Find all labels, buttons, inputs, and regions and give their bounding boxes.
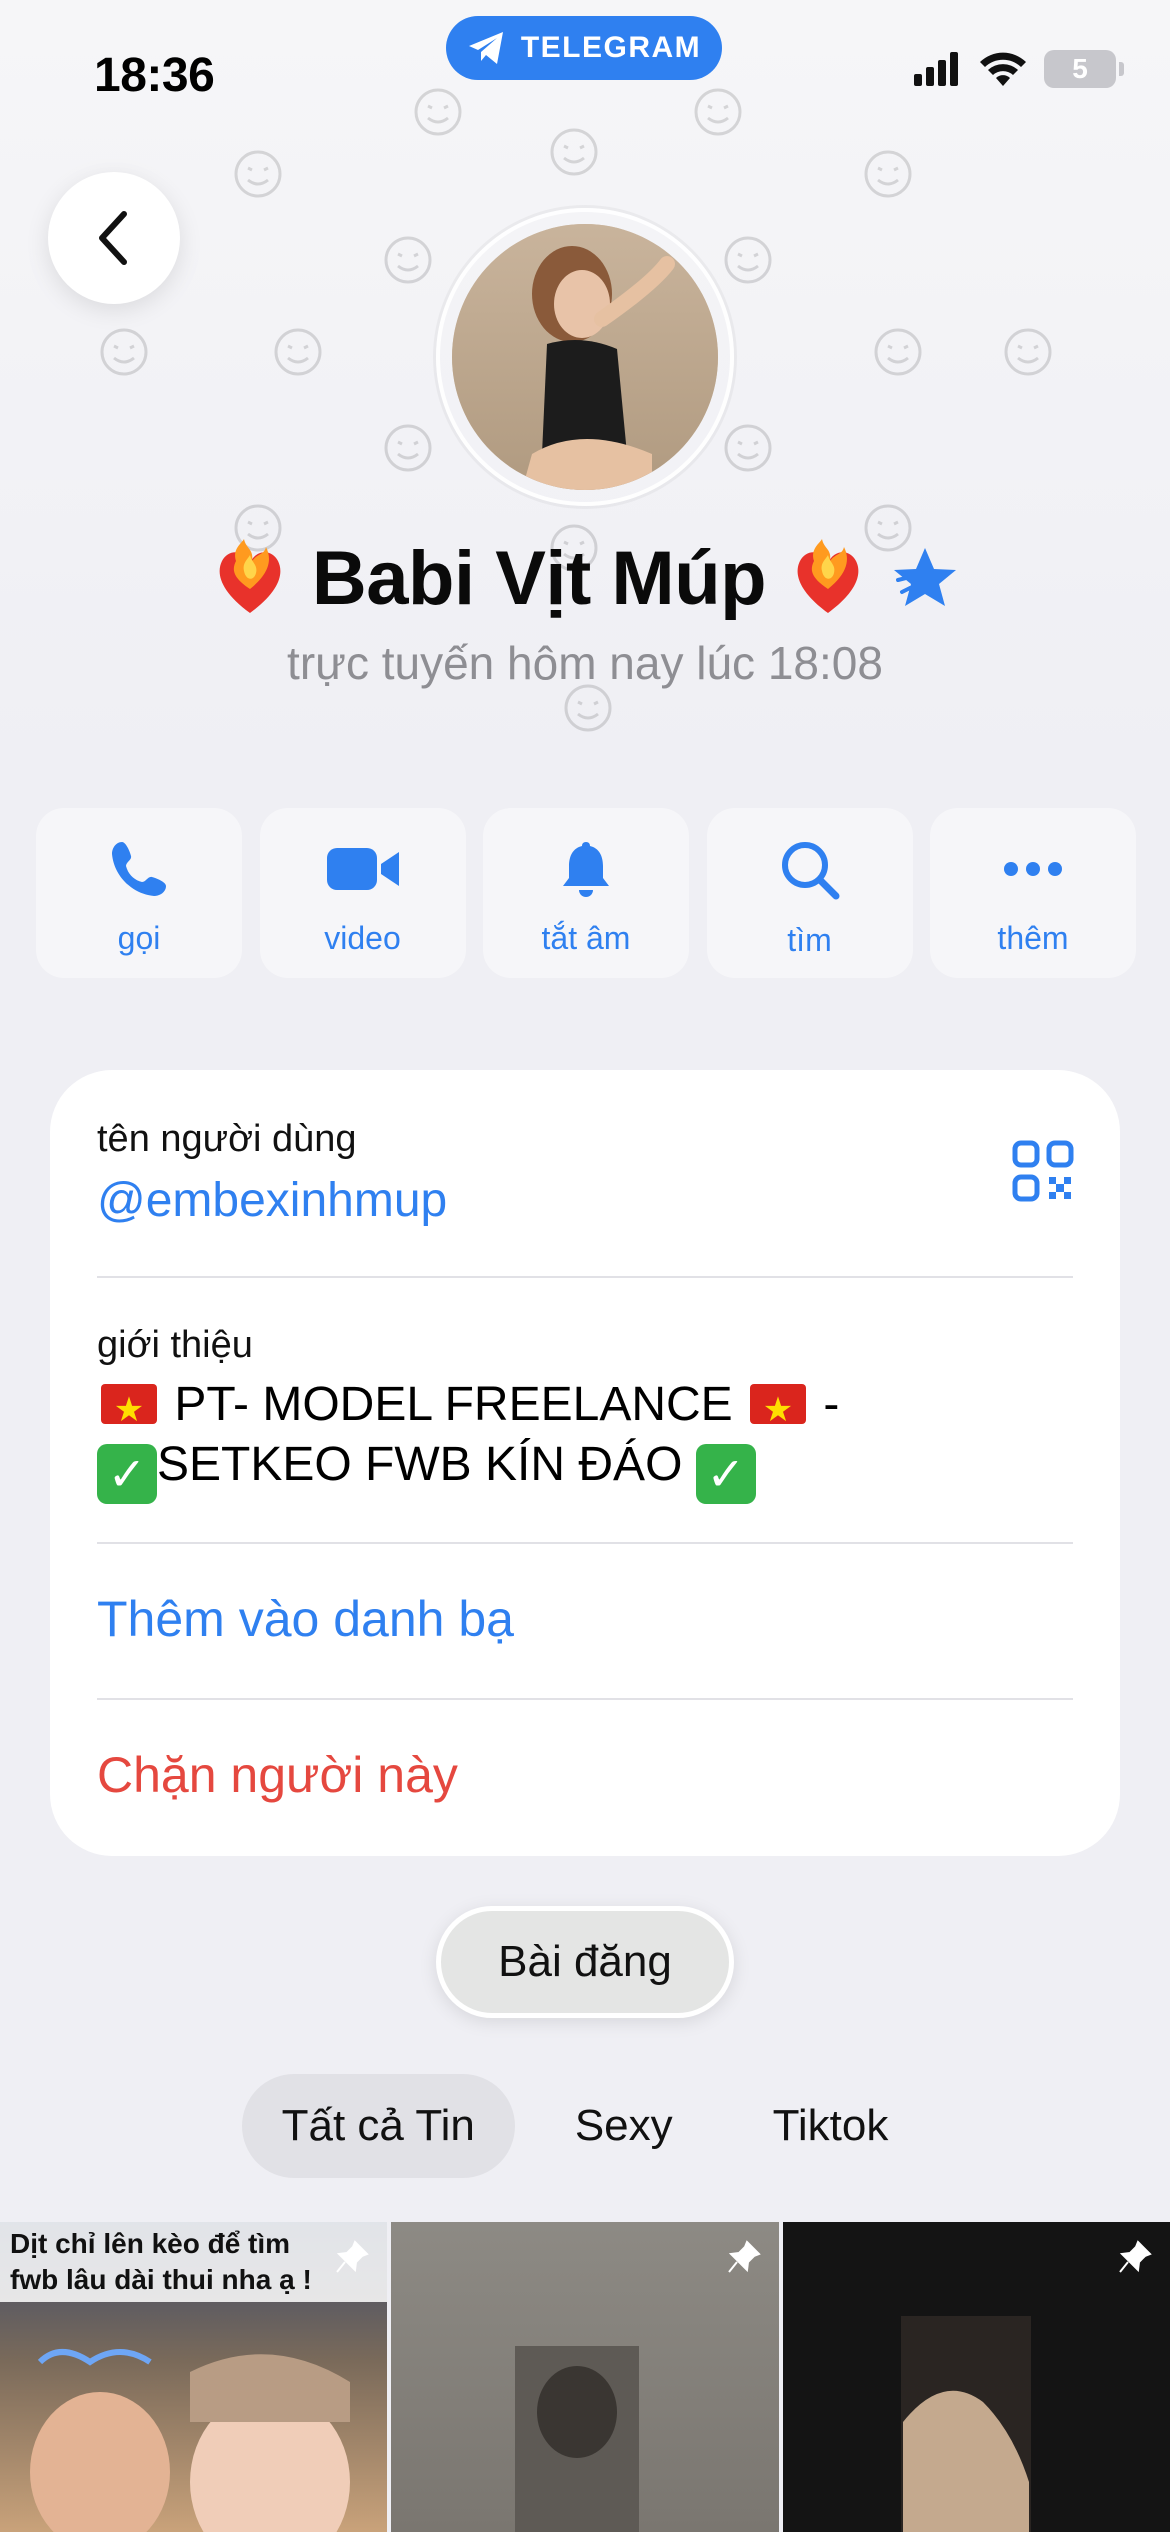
vietnam-flag-icon <box>750 1380 807 1440</box>
battery-level: 5 <box>1072 53 1088 84</box>
pattern-face-icon <box>864 150 912 198</box>
vietnam-flag-icon <box>101 1380 157 1440</box>
battery-icon: 5 <box>1044 50 1124 88</box>
tab-sexy[interactable]: Sexy <box>535 2074 713 2178</box>
username-value[interactable]: @embexinhmup <box>97 1173 1073 1228</box>
call-label: gọi <box>117 920 161 956</box>
search-icon <box>781 842 839 900</box>
bio-line1-suffix: - <box>823 1378 840 1431</box>
more-label: thêm <box>997 920 1069 956</box>
tab-tiktok[interactable]: Tiktok <box>733 2074 929 2178</box>
bio-text: PT- MODEL FREELANCE - ✓SETKEO FWB KÍN ĐÁ… <box>97 1375 1073 1504</box>
media-grid: Dịt chỉ lên kèo để tìm fwb lâu dài thui … <box>0 2222 1170 2532</box>
checkmark-icon: ✓ <box>695 1444 756 1504</box>
pin-icon <box>727 2240 761 2273</box>
pattern-face-icon <box>100 328 148 376</box>
telegram-plane-icon <box>468 32 503 64</box>
media-tile[interactable] <box>391 2222 779 2532</box>
telegram-return-pill[interactable]: TELEGRAM <box>446 16 722 80</box>
more-icon <box>1004 862 1062 876</box>
pattern-face-icon <box>234 150 282 198</box>
bio-line1: PT- MODEL FREELANCE <box>174 1378 733 1431</box>
profile-name-row: Babi Vịt Múp <box>0 535 1170 622</box>
bio-row[interactable]: giới thiệu PT- MODEL FREELANCE - ✓SETKEO… <box>97 1324 1073 1504</box>
username-row[interactable]: tên người dùng @embexinhmup <box>97 1118 1073 1228</box>
media-thumbnail <box>900 2316 1031 2532</box>
block-user-link[interactable]: Chặn người này <box>97 1746 1073 1804</box>
pattern-face-icon <box>384 424 432 472</box>
cellular-signal-icon <box>914 52 958 86</box>
qr-code-icon[interactable] <box>1012 1140 1074 1202</box>
media-tile[interactable] <box>782 2222 1170 2532</box>
media-thumbnail <box>30 2349 350 2532</box>
pattern-face-icon <box>724 236 772 284</box>
media-thumbnail <box>515 2346 640 2532</box>
heart-on-fire-icon <box>219 538 281 613</box>
mute-button[interactable]: tắt âm <box>483 808 689 978</box>
divider <box>97 1542 1073 1544</box>
media-tile[interactable]: Dịt chỉ lên kèo để tìm fwb lâu dài thui … <box>0 2222 388 2532</box>
video-button[interactable]: video <box>259 808 466 978</box>
pin-icon <box>1119 2240 1152 2273</box>
phone-icon <box>112 842 166 896</box>
status-bar: 18:36 TELEGRAM 5 <box>0 0 1170 140</box>
back-button[interactable] <box>48 172 180 304</box>
bio-line2: SETKEO FWB KÍN ĐÁO <box>157 1438 683 1491</box>
video-camera-icon <box>326 848 399 890</box>
avatar-photo <box>452 224 718 490</box>
search-label: tìm <box>787 922 832 958</box>
mute-label: tắt âm <box>541 920 631 956</box>
search-button[interactable]: tìm <box>706 808 913 978</box>
posts-pill[interactable]: Bài đăng <box>436 1906 734 2018</box>
add-contact-link[interactable]: Thêm vào danh bạ <box>97 1590 1073 1648</box>
story-tabs: Tất cả Tin Sexy Tiktok <box>0 2074 1170 2178</box>
block-row[interactable]: Chặn người này <box>97 1746 1073 1804</box>
username-label: tên người dùng <box>97 1118 357 1160</box>
pattern-face-icon <box>1004 328 1052 376</box>
call-button[interactable]: gọi <box>36 808 242 978</box>
last-seen-status: trực tuyến hôm nay lúc 18:08 <box>287 637 883 689</box>
profile-header: 18:36 TELEGRAM 5 Babi Vịt Múp trực tuyến… <box>0 0 1170 760</box>
bio-label: giới thiệu <box>97 1324 253 1366</box>
tab-all-stories[interactable]: Tất cả Tin <box>241 2074 515 2178</box>
avatar[interactable] <box>452 224 718 490</box>
pattern-face-icon <box>384 236 432 284</box>
add-contact-row[interactable]: Thêm vào danh bạ <box>97 1590 1073 1648</box>
telegram-pill-label: TELEGRAM <box>520 31 702 64</box>
video-label: video <box>324 920 401 956</box>
action-bar: gọi video tắt âm tìm thêm <box>36 808 1136 978</box>
pin-icon <box>336 2240 370 2273</box>
premium-star-icon[interactable] <box>890 544 960 614</box>
chevron-left-icon <box>99 211 127 265</box>
status-time: 18:36 <box>94 49 215 102</box>
pattern-face-icon <box>874 328 922 376</box>
profile-name: Babi Vịt Múp <box>311 536 767 621</box>
divider <box>97 1698 1073 1700</box>
wifi-icon <box>980 52 1026 86</box>
bell-icon <box>563 842 609 897</box>
pattern-face-icon <box>274 328 322 376</box>
checkmark-icon: ✓ <box>97 1444 157 1504</box>
divider <box>97 1276 1073 1278</box>
pattern-face-icon <box>724 424 772 472</box>
info-card: tên người dùng @embexinhmup giới thiệu P… <box>50 1070 1120 1856</box>
more-button[interactable]: thêm <box>930 808 1136 978</box>
heart-on-fire-icon <box>797 538 859 613</box>
system-icons: 5 <box>914 50 1124 88</box>
